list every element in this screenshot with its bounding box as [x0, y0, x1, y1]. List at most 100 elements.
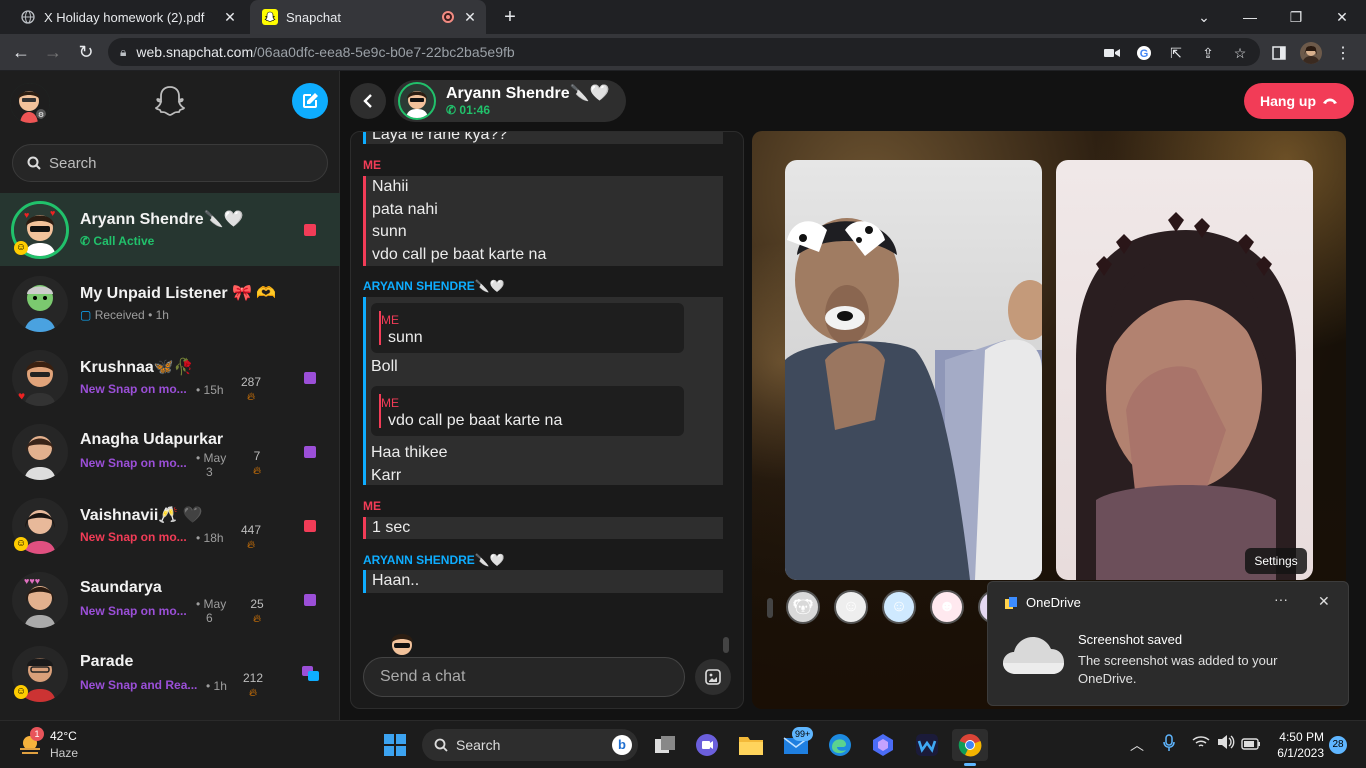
svg-text:♥: ♥: [24, 210, 29, 220]
hang-up-label: Hang up: [1260, 93, 1316, 109]
lens-koala-icon[interactable]: 🐨︎: [786, 590, 820, 624]
address-bar[interactable]: 🔒︎ web.snapchat.com /06aa0dfc-eea8-5e9c-…: [108, 38, 1260, 66]
chat-item-unpaid-listener[interactable]: My Unpaid Listener 🎀 🫶 ▢ Received • 1h: [0, 267, 340, 340]
chat-item-anagha[interactable]: Anagha Udapurkar New Snap on mo... • May…: [0, 415, 340, 488]
chrome-icon[interactable]: [952, 729, 988, 766]
attach-media-button[interactable]: [695, 659, 731, 695]
sender-label: ARYANN SHENDRE🔪🤍: [363, 553, 505, 567]
volume-icon[interactable]: [1217, 734, 1235, 755]
toast-body: The screenshot was added to your OneDrive…: [1078, 653, 1278, 686]
weather-badge: 1: [30, 727, 44, 741]
clock[interactable]: 4:50 PM 6/1/2023: [1272, 729, 1324, 761]
quote-sender: ME: [381, 396, 399, 410]
mail-icon[interactable]: 99+: [780, 727, 814, 761]
open-in-new-icon[interactable]: ⇱: [1165, 42, 1187, 64]
tab-holiday-homework[interactable]: X Holiday homework (2).pdf ✕: [8, 0, 246, 34]
google-icon[interactable]: G: [1133, 42, 1155, 64]
quoted-message[interactable]: ME sunn: [371, 303, 684, 353]
restore-button[interactable]: ❐: [1273, 0, 1319, 34]
chat-item-saundarya[interactable]: ♥♥♥ Saundarya New Snap on mo... • May 6 …: [0, 563, 340, 636]
lens-cute-icon[interactable]: ☻: [930, 590, 964, 624]
new-chat-icon: [303, 93, 318, 108]
chat-item-parade[interactable]: ☺ Parade New Snap and Rea... • 1h 212 🔥︎: [0, 637, 340, 710]
chat-item-krushnaa[interactable]: ♥ Krushnaa🦋🥀 New Snap on mo... • 15h 287…: [0, 341, 340, 414]
microphone-icon[interactable]: [1162, 734, 1176, 757]
lens-frost-icon[interactable]: ☺: [882, 590, 916, 624]
webex-icon[interactable]: [911, 729, 943, 761]
message-pane: Laya le rahe kya?? ME Nahii pata nahi su…: [350, 131, 744, 709]
profile-avatar[interactable]: [1300, 42, 1322, 64]
chat-status: New Snap on mo...: [80, 382, 187, 396]
close-tab-icon[interactable]: ✕: [222, 9, 238, 25]
chat-status: New Snap and Rea...: [80, 678, 198, 692]
video-settings-button[interactable]: Settings: [1245, 548, 1307, 574]
notification-count-badge[interactable]: 28: [1329, 736, 1347, 754]
bing-icon[interactable]: b: [612, 735, 632, 755]
quoted-message[interactable]: ME vdo call pe baat karte na: [371, 386, 684, 436]
sender-label: ME: [363, 499, 381, 513]
bookmark-star-icon[interactable]: ☆: [1229, 42, 1251, 64]
battery-icon[interactable]: [1241, 737, 1261, 755]
sender-label: ARYANN SHENDRE🔪🤍: [363, 279, 505, 293]
chat-item-aryann[interactable]: ♥ ♥ ☺ Aryann Shendre🔪🤍 ✆ Call Active: [0, 193, 340, 266]
teams-chat-icon[interactable]: [691, 729, 723, 761]
lens-smile-icon[interactable]: ☺: [834, 590, 868, 624]
local-video-feed[interactable]: [785, 160, 1042, 580]
wifi-icon[interactable]: [1192, 735, 1210, 754]
carousel-edge: [767, 598, 773, 618]
windows-taskbar: 1 42°C Haze Search b 99+ ︿ 4:50 PM 6/1/2…: [0, 720, 1366, 768]
onedrive-app-icon: [1004, 596, 1018, 615]
close-tab-icon[interactable]: ✕: [462, 9, 478, 25]
send-chat-placeholder: Send a chat: [380, 668, 466, 685]
more-options-icon[interactable]: ···: [1274, 591, 1288, 607]
close-notification-icon[interactable]: ✕: [1318, 593, 1330, 610]
windows-start-icon[interactable]: [379, 729, 411, 761]
task-view-icon[interactable]: [649, 729, 681, 761]
search-input[interactable]: Search: [12, 144, 328, 182]
camera-in-use-icon[interactable]: [1101, 42, 1123, 64]
browser-tab-bar: X Holiday homework (2).pdf ✕ Snapchat ✕ …: [0, 0, 1366, 34]
quote-text: vdo call pe baat karte na: [388, 412, 563, 429]
edge-icon[interactable]: [824, 729, 856, 761]
recording-icon: [442, 11, 454, 23]
reload-icon[interactable]: ↻: [73, 39, 99, 65]
scrollbar-thumb[interactable]: [723, 637, 729, 653]
ghost-stories-icon[interactable]: [155, 85, 185, 117]
sticker-icon: [705, 669, 721, 685]
my-bitmoji-avatar[interactable]: ⚙: [10, 83, 50, 123]
sender-label: ME: [363, 158, 381, 172]
search-icon: [434, 738, 448, 752]
fire-icon: 🔥︎: [246, 391, 256, 403]
file-explorer-icon[interactable]: [735, 729, 767, 761]
toast-title: Screenshot saved: [1078, 632, 1183, 647]
unread-square-icon: [304, 224, 316, 236]
weather-widget[interactable]: 1: [16, 727, 44, 759]
chat-item-vaishnavii[interactable]: ☺ Vaishnavii🥂 🖤 New Snap on mo... • 18h …: [0, 489, 340, 562]
tab-snapchat[interactable]: Snapchat ✕: [250, 0, 486, 34]
share-icon[interactable]: ⇪: [1197, 42, 1219, 64]
forward-arrow-icon[interactable]: →: [40, 39, 66, 65]
onedrive-notification[interactable]: OneDrive ··· ✕ Screenshot saved The scre…: [987, 581, 1349, 706]
call-timer: ✆ 01:46: [446, 103, 491, 117]
cloud-icon: [1002, 634, 1064, 681]
hang-up-button[interactable]: Hang up: [1244, 83, 1354, 119]
back-arrow-icon[interactable]: ←: [8, 39, 34, 65]
remote-video-feed[interactable]: [1056, 160, 1313, 580]
message-bubble: Laya le rahe kya??: [363, 132, 723, 144]
copilot-icon[interactable]: [867, 729, 899, 761]
close-window-button[interactable]: ✕: [1319, 0, 1365, 34]
back-button[interactable]: [350, 83, 386, 119]
chevron-left-icon: [363, 94, 372, 108]
side-panel-icon[interactable]: [1268, 42, 1290, 64]
svg-text:♥: ♥: [50, 208, 55, 218]
call-contact-pill[interactable]: Aryann Shendre🔪🤍 ✆ 01:46: [394, 80, 626, 122]
tab-search-icon[interactable]: ⌄: [1181, 0, 1227, 34]
new-chat-button[interactable]: [292, 83, 328, 119]
taskbar-search[interactable]: Search b: [422, 729, 638, 761]
chat-status: New Snap on mo...: [80, 530, 187, 544]
chevron-up-icon[interactable]: ︿: [1130, 735, 1144, 755]
new-tab-button[interactable]: +: [500, 7, 520, 27]
minimize-button[interactable]: —: [1227, 0, 1273, 34]
browser-menu-icon[interactable]: ⋮: [1332, 42, 1354, 64]
send-chat-input[interactable]: Send a chat: [363, 657, 685, 697]
